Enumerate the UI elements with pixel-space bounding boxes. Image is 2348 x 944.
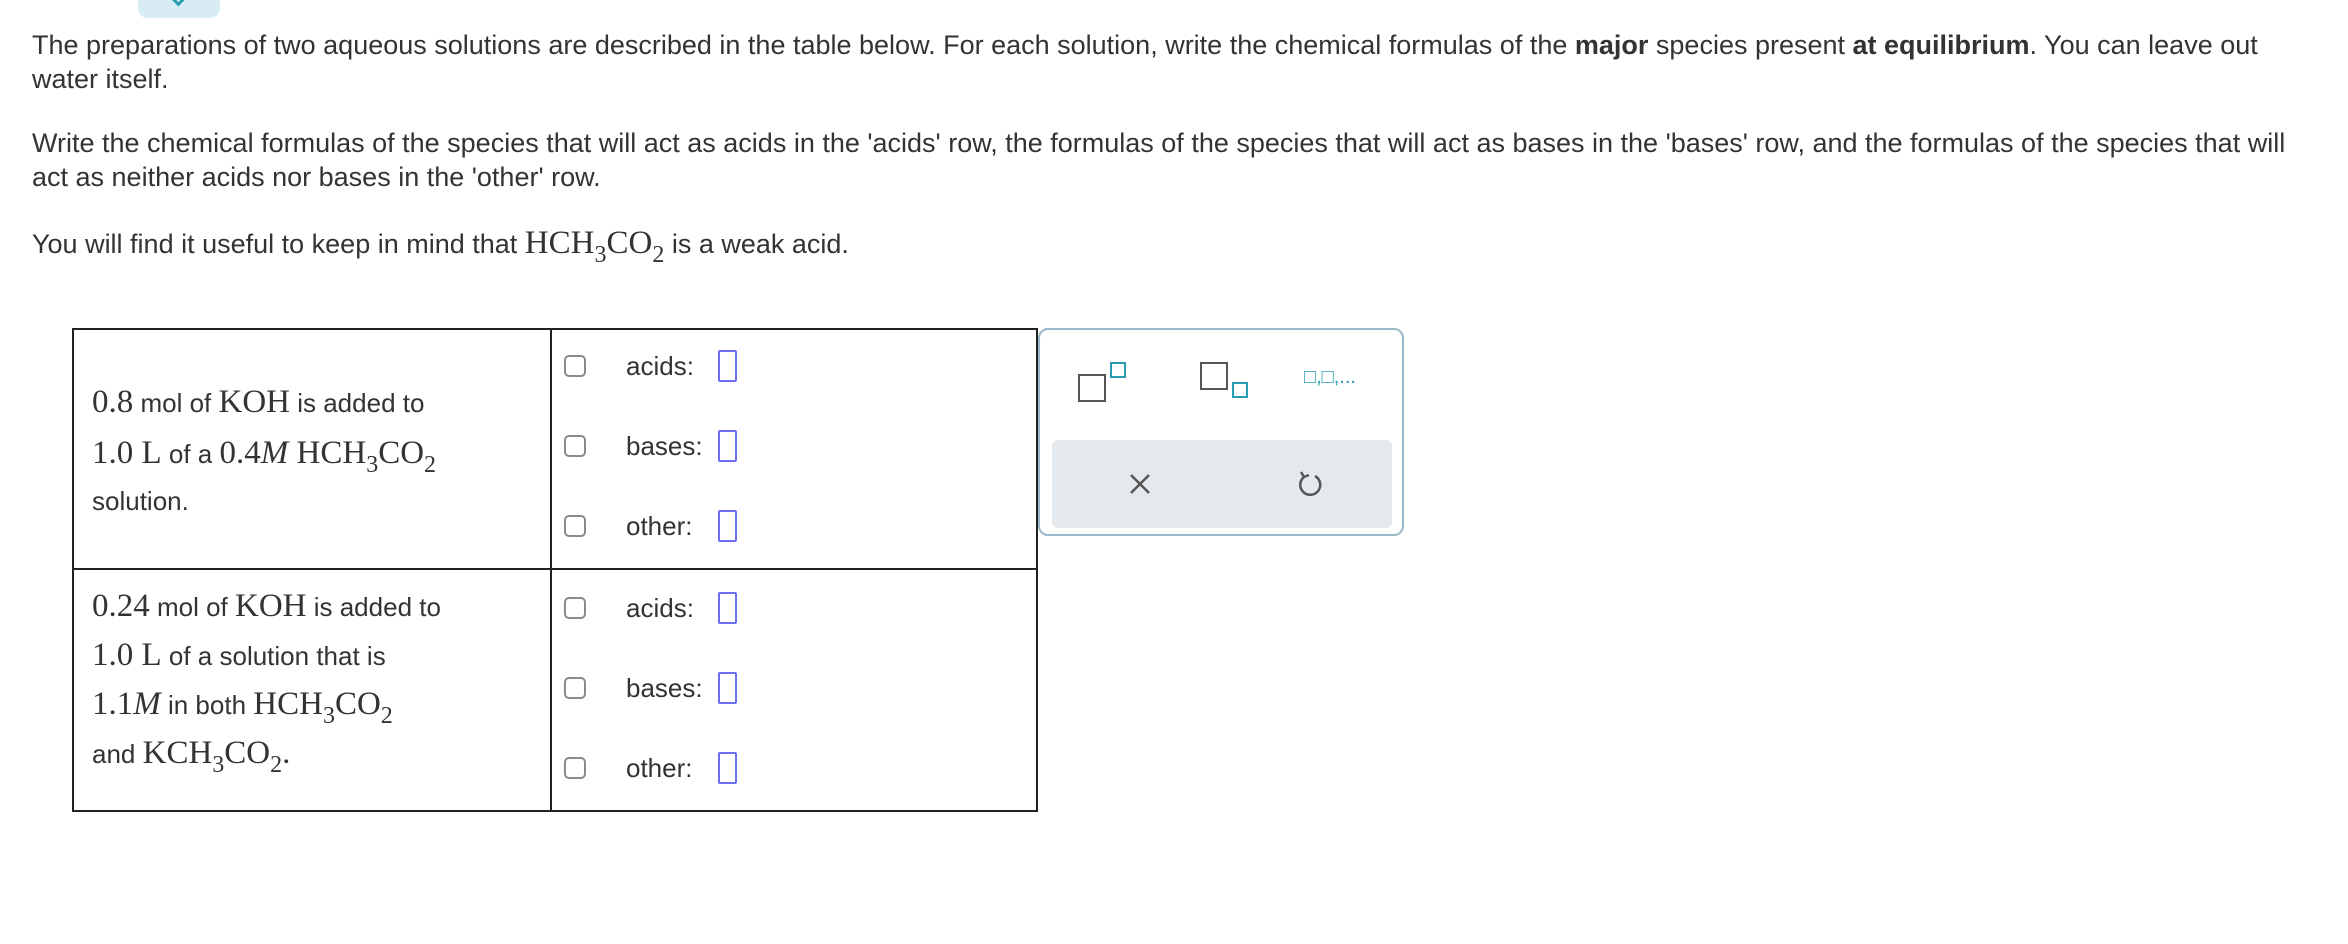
row-checkbox[interactable] bbox=[564, 515, 586, 537]
subscript-button[interactable] bbox=[1200, 358, 1256, 404]
answer-row-other: other: bbox=[564, 748, 737, 788]
instructions-p1: The preparations of two aqueous solution… bbox=[32, 30, 2258, 94]
formula-palette: □,□,... bbox=[1038, 328, 1404, 536]
question-intro: The preparations of two aqueous solution… bbox=[32, 28, 2312, 268]
acids-answer-input[interactable] bbox=[718, 592, 737, 624]
row-label: bases: bbox=[626, 430, 703, 461]
instructions-p2: Write the chemical formulas of the speci… bbox=[32, 128, 2286, 192]
table-row: 0.24 mol of KOH is added to 1.0 L of a s… bbox=[72, 568, 1038, 812]
row-checkbox[interactable] bbox=[564, 757, 586, 779]
list-button[interactable]: □,□,... bbox=[1304, 366, 1380, 396]
solution-1-answers: acids: bases: other: bbox=[550, 328, 1038, 570]
superscript-button[interactable] bbox=[1078, 358, 1134, 404]
hint-text: You will find it useful to keep in mind … bbox=[32, 225, 849, 268]
row-checkbox[interactable] bbox=[564, 597, 586, 619]
superscript-box-icon bbox=[1110, 362, 1126, 378]
other-answer-input[interactable] bbox=[718, 510, 737, 542]
acids-answer-input[interactable] bbox=[718, 350, 737, 382]
row-label: bases: bbox=[626, 672, 703, 703]
answer-row-bases: bases: bbox=[564, 426, 737, 466]
answer-row-bases: bases: bbox=[564, 668, 737, 708]
bases-answer-input[interactable] bbox=[718, 430, 737, 462]
row-label: other: bbox=[626, 510, 693, 541]
subscript-box-icon bbox=[1232, 382, 1248, 398]
answer-row-other: other: bbox=[564, 506, 737, 546]
undo-icon bbox=[1299, 471, 1322, 497]
row-label: acids: bbox=[626, 350, 694, 381]
answer-row-acids: acids: bbox=[564, 588, 737, 628]
solution-2-description: 0.24 mol of KOH is added to 1.0 L of a s… bbox=[72, 568, 552, 812]
row-label: other: bbox=[626, 752, 693, 783]
palette-actions bbox=[1052, 440, 1392, 528]
collapse-tab[interactable] bbox=[138, 0, 220, 18]
undo-button[interactable] bbox=[1290, 464, 1330, 504]
row-checkbox[interactable] bbox=[564, 677, 586, 699]
base-box-icon bbox=[1200, 362, 1228, 390]
row-checkbox[interactable] bbox=[564, 435, 586, 457]
bases-answer-input[interactable] bbox=[718, 672, 737, 704]
solution-1-description: 0.8 mol of KOH is added to 1.0 L of a 0.… bbox=[72, 328, 552, 570]
solutions-table: 0.8 mol of KOH is added to 1.0 L of a 0.… bbox=[72, 328, 1038, 812]
clear-button[interactable] bbox=[1120, 464, 1160, 504]
row-checkbox[interactable] bbox=[564, 355, 586, 377]
base-box-icon bbox=[1078, 374, 1106, 402]
answer-row-acids: acids: bbox=[564, 346, 737, 386]
close-icon bbox=[1130, 474, 1150, 494]
row-label: acids: bbox=[626, 592, 694, 623]
solution-2-answers: acids: bases: other: bbox=[550, 568, 1038, 812]
table-row: 0.8 mol of KOH is added to 1.0 L of a 0.… bbox=[72, 328, 1038, 570]
other-answer-input[interactable] bbox=[718, 752, 737, 784]
